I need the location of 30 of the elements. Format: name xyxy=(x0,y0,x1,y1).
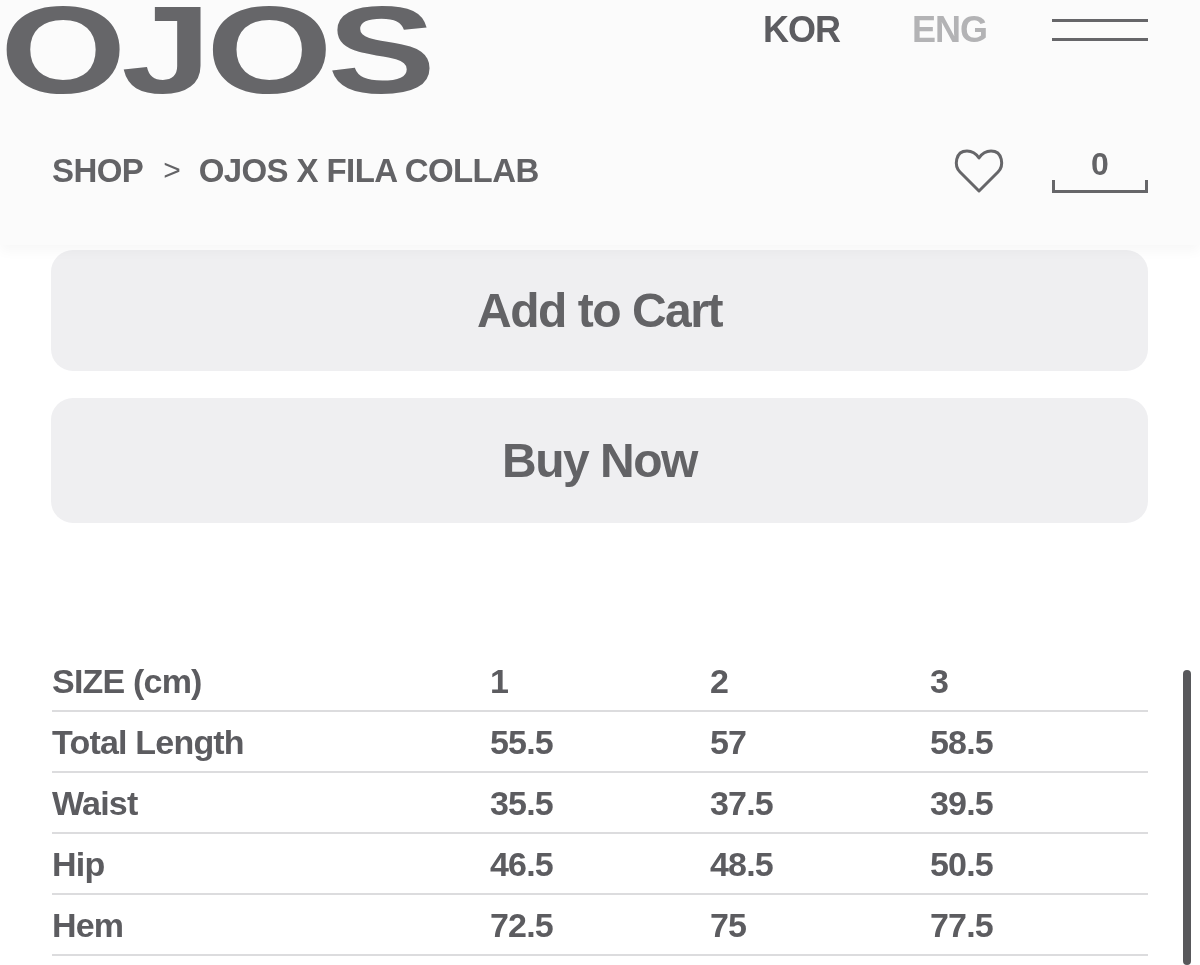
measurement-value: 46.5 xyxy=(490,846,554,881)
column-header: SIZE (cm) xyxy=(52,663,203,698)
measurement-value: 55.5 xyxy=(490,724,554,759)
column-header: 3 xyxy=(930,663,950,698)
tray-icon xyxy=(1052,180,1148,193)
breadcrumb-separator: > xyxy=(163,155,181,185)
measurement-value: 57 xyxy=(710,724,748,759)
measurement-label: Total Length xyxy=(52,724,245,759)
measurement-label: Hem xyxy=(52,907,125,942)
buy-now-button[interactable]: Buy Now xyxy=(51,398,1148,523)
measurement-value: 39.5 xyxy=(930,785,994,820)
add-to-cart-button[interactable]: Add to Cart xyxy=(51,250,1148,371)
breadcrumb-current: OJOS X FILA COLLAB xyxy=(198,153,539,187)
column-header: 2 xyxy=(710,663,730,698)
measurement-value: 75 xyxy=(710,907,748,942)
measurement-label: Hip xyxy=(52,846,106,881)
breadcrumb-link[interactable]: SHOP xyxy=(52,153,144,187)
measurement-value: 50.5 xyxy=(930,846,994,881)
measurement-value: 72.5 xyxy=(490,907,554,942)
measurement-label: Waist xyxy=(52,785,139,820)
measurement-value: 35.5 xyxy=(490,785,554,820)
measurement-value: 77.5 xyxy=(930,907,994,942)
cart-button[interactable]: 0 xyxy=(1052,151,1148,193)
measurement-value: 37.5 xyxy=(710,785,774,820)
measurement-value: 48.5 xyxy=(710,846,774,881)
measurement-value: 58.5 xyxy=(930,724,994,759)
language-toggle[interactable]: KOR xyxy=(763,12,840,48)
menu-icon[interactable] xyxy=(1052,19,1148,41)
brand-logo[interactable]: OJOS xyxy=(0,0,431,100)
column-header: 1 xyxy=(490,663,510,698)
